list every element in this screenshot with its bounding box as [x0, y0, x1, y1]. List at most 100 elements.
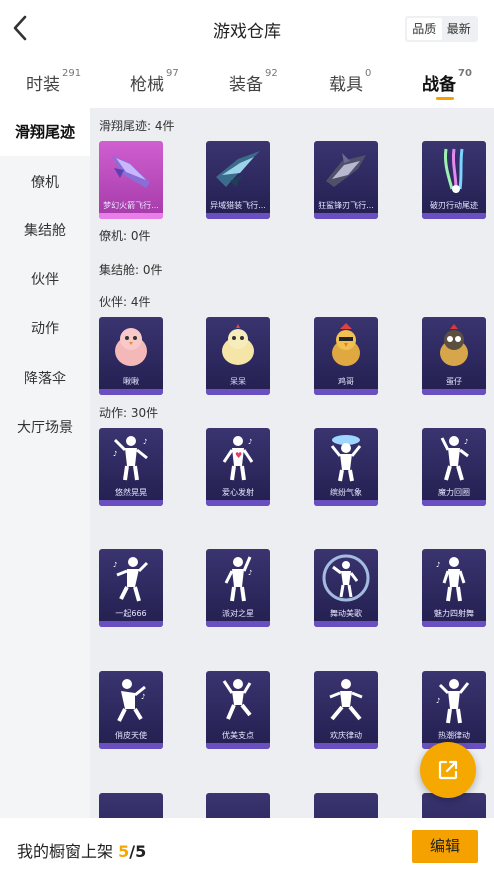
item-card[interactable]	[314, 793, 378, 818]
item-label: 梦幻火箭飞行...	[103, 201, 159, 210]
svg-text:♥: ♥	[235, 451, 242, 460]
sidebar-item-wingman[interactable]: 僚机	[0, 159, 90, 207]
emote-figure-image: ♪	[422, 428, 486, 486]
item-label: 优美支点	[222, 731, 254, 740]
item-card[interactable]: ♪ 派对之星	[206, 549, 270, 627]
item-card[interactable]: 缤纷气象	[314, 428, 378, 506]
category-tabs: 时装291 枪械97 装备92 载具0 战备70	[0, 56, 494, 108]
item-card[interactable]: 狂鲨锋刃飞行...	[314, 141, 378, 219]
sidebar-item-parachute[interactable]: 降落伞	[0, 355, 90, 403]
tab-vehicles[interactable]: 载具0	[329, 68, 371, 95]
bottom-bar: 我的橱窗上架 5/5 编辑	[0, 818, 494, 875]
partner-image	[206, 317, 270, 375]
rarity-bar	[99, 500, 163, 506]
svg-text:♪: ♪	[248, 438, 252, 446]
tab-label: 载具	[329, 75, 363, 95]
rarity-bar	[422, 621, 486, 627]
item-label: 爱心发射	[222, 488, 254, 497]
emote-figure-image: ♪ ♪	[99, 428, 163, 486]
item-label: 俏皮天使	[115, 731, 147, 740]
item-card[interactable]: ♪ 魔力回圈	[422, 428, 486, 506]
section-title-capsule: 集结舱: 0件	[99, 263, 163, 277]
item-card[interactable]: 欢庆律动	[314, 671, 378, 749]
item-label: 魔力回圈	[438, 488, 470, 497]
sort-toggle: 品质 最新	[405, 16, 478, 42]
section-title-partner: 伙伴: 4件	[99, 295, 151, 309]
section-title-emote: 动作: 30件	[99, 406, 159, 420]
item-label: 异域猎装飞行...	[210, 201, 266, 210]
item-label: 派对之星	[222, 609, 254, 618]
item-label: 狂鲨锋刃飞行...	[318, 201, 374, 210]
item-card[interactable]: 异域猎装飞行...	[206, 141, 270, 219]
sidebar-item-capsule[interactable]: 集结舱	[0, 207, 90, 255]
rarity-bar	[206, 500, 270, 506]
item-card[interactable]	[206, 793, 270, 818]
emote-figure-image: ♥ ♪	[206, 428, 270, 486]
item-card[interactable]: ♪ 一起666	[99, 549, 163, 627]
item-card[interactable]: 梦幻火箭飞行...	[99, 141, 163, 219]
rarity-bar	[99, 213, 163, 219]
item-label: 破刃行动尾迹	[430, 201, 478, 210]
item-card[interactable]: 啾啾	[99, 317, 163, 395]
emote-figure-image: ♪	[422, 671, 486, 729]
tab-label: 装备	[229, 75, 263, 95]
tab-battle-prep[interactable]: 战备70	[422, 68, 472, 100]
emote-figure-image	[206, 793, 270, 818]
share-button[interactable]	[420, 742, 476, 798]
item-card[interactable]: ♪ 俏皮天使	[99, 671, 163, 749]
section-title-wingman: 僚机: 0件	[99, 229, 151, 243]
emote-figure-image	[314, 428, 378, 486]
rarity-bar	[314, 213, 378, 219]
sort-option-latest[interactable]: 最新	[442, 18, 477, 40]
sort-option-quality[interactable]: 品质	[407, 18, 442, 40]
sidebar-item-partner[interactable]: 伙伴	[0, 256, 90, 304]
trail-item-image	[314, 141, 378, 199]
emote-figure-image	[314, 671, 378, 729]
tab-label: 时装	[26, 75, 60, 95]
item-label: 热潮律动	[438, 731, 470, 740]
rarity-bar	[99, 389, 163, 395]
emote-figure-image	[314, 793, 378, 818]
item-card[interactable]: 破刃行动尾迹	[422, 141, 486, 219]
showcase-total-count: /5	[129, 842, 147, 861]
item-card[interactable]: ♥	[99, 793, 163, 818]
svg-text:♪: ♪	[113, 561, 117, 569]
sidebar-item-emote[interactable]: 动作	[0, 305, 90, 353]
tab-count: 70	[458, 68, 472, 79]
emote-figure-image: ♪	[206, 549, 270, 607]
active-tab-indicator	[436, 97, 454, 100]
item-label: 鸡哥	[338, 377, 354, 386]
rarity-bar	[206, 621, 270, 627]
rarity-bar	[314, 389, 378, 395]
item-card[interactable]: 鸡哥	[314, 317, 378, 395]
sidebar-item-glide-trail[interactable]: 滑翔尾迹	[0, 108, 90, 156]
trail-item-image	[206, 141, 270, 199]
svg-text:♪: ♪	[248, 569, 252, 577]
showcase-label: 我的橱窗上架	[17, 842, 114, 861]
tab-equipment[interactable]: 装备92	[229, 68, 278, 95]
item-label: 魅力四射舞	[434, 609, 474, 618]
tab-fashion[interactable]: 时装291	[26, 68, 82, 95]
emote-figure-image	[314, 549, 378, 607]
item-card[interactable]: ♥ ♪ 爱心发射	[206, 428, 270, 506]
item-card[interactable]: ♪ ♪ 悠然晃晃	[99, 428, 163, 506]
tab-guns[interactable]: 枪械97	[130, 68, 179, 95]
item-label: 悠然晃晃	[115, 488, 147, 497]
edit-button[interactable]: 编辑	[412, 830, 478, 863]
sidebar-item-lobby-scene[interactable]: 大厅场景	[0, 404, 90, 452]
item-card[interactable]: ♪ 魅力四射舞	[422, 549, 486, 627]
svg-text:♪: ♪	[436, 561, 440, 569]
tab-count: 97	[166, 68, 179, 79]
item-card[interactable]: ♪ 热潮律动	[422, 671, 486, 749]
item-card[interactable]: 呆呆	[206, 317, 270, 395]
emote-figure-image: ♪	[99, 671, 163, 729]
tab-count: 291	[62, 68, 82, 79]
rarity-bar	[314, 621, 378, 627]
item-card[interactable]: 优美支点	[206, 671, 270, 749]
svg-text:♪: ♪	[436, 697, 440, 705]
item-card[interactable]: 蛋仔	[422, 317, 486, 395]
emote-figure-image: ♥	[99, 793, 163, 818]
tab-count: 92	[265, 68, 278, 79]
item-grid: 滑翔尾迹: 4件 梦幻火箭飞行... 异域猎装飞行... 狂鲨锋刃飞行... 破…	[90, 108, 494, 818]
item-card[interactable]: 舞动美歌	[314, 549, 378, 627]
